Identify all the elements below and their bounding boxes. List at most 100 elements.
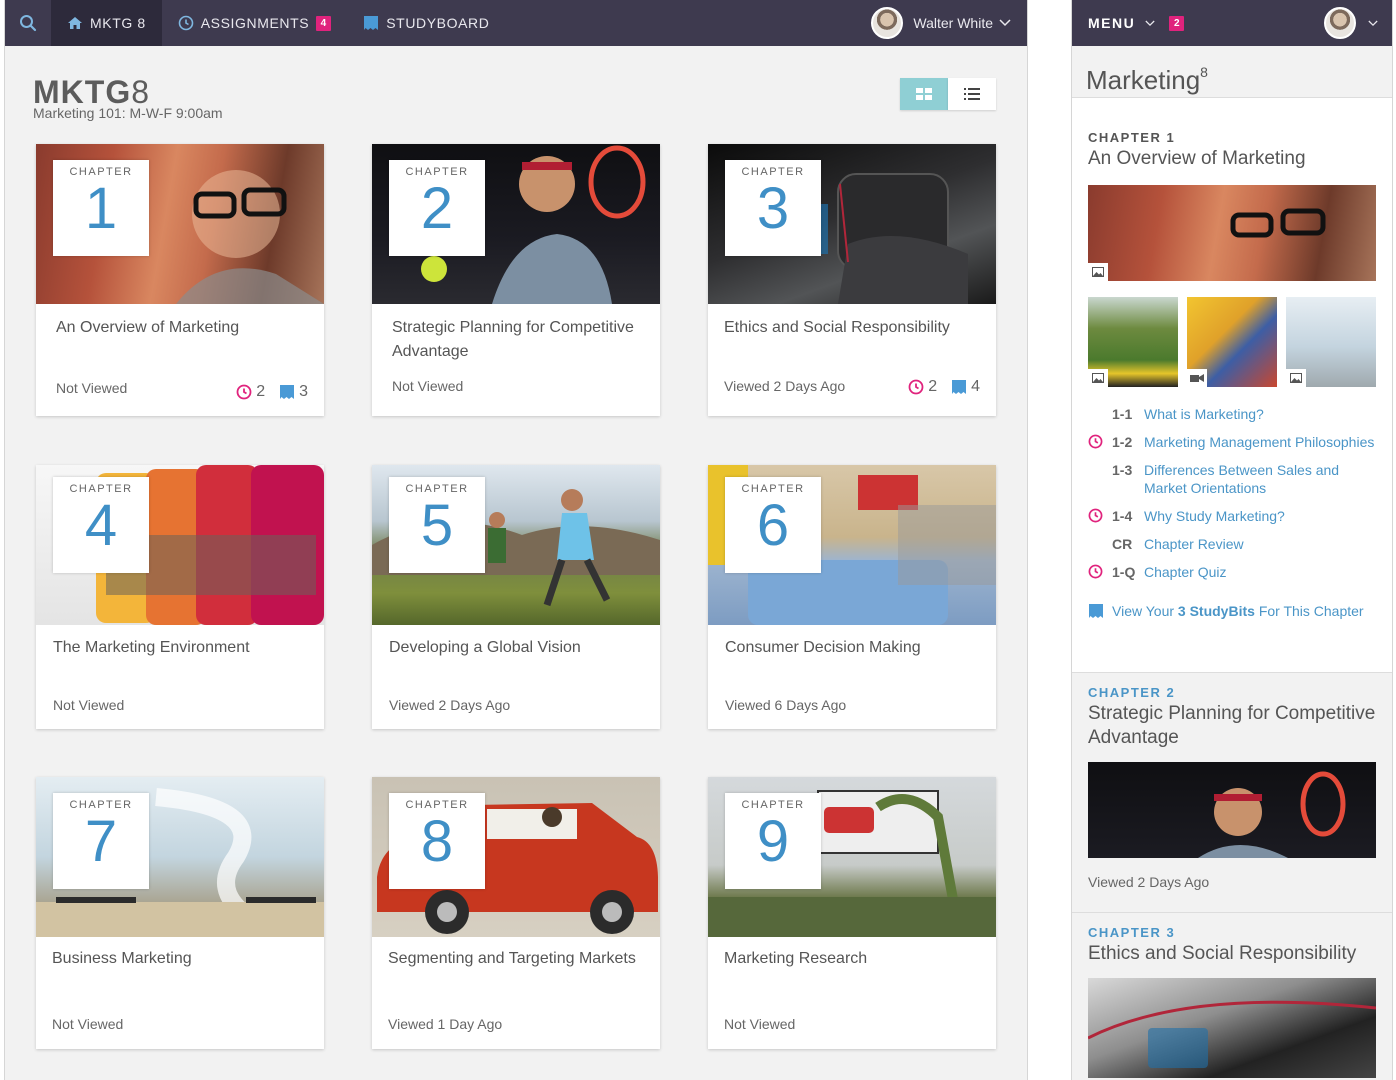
assignment-count: 2	[908, 378, 937, 396]
chapter-status: Not Viewed	[392, 378, 464, 394]
grid-view-button[interactable]	[900, 78, 948, 110]
menu-badge: 2	[1169, 15, 1185, 31]
view-toggle	[900, 78, 996, 110]
panel-header: Marketing8	[1072, 46, 1392, 98]
clock-icon	[908, 379, 924, 395]
nav-tab-studyboard-label: STUDYBOARD	[386, 15, 490, 31]
chapter-2-label: CHAPTER 2	[1088, 685, 1176, 700]
assignments-count-badge: 4	[316, 15, 332, 31]
user-avatar[interactable]	[1324, 7, 1356, 39]
chapter-1-title[interactable]: An Overview of Marketing	[1088, 147, 1376, 171]
chapter-image: CHAPTER 5	[372, 465, 660, 625]
chapter-image: CHAPTER 9	[708, 777, 996, 937]
chapter-card-9[interactable]: CHAPTER 9 Marketing Research Not Viewed	[708, 777, 996, 1049]
clock-icon	[1088, 508, 1103, 527]
chapter-title: Segmenting and Targeting Markets	[388, 950, 636, 967]
list-view-button[interactable]	[948, 78, 996, 110]
chevron-down-icon	[999, 19, 1011, 27]
media-thumbnail[interactable]	[1187, 297, 1277, 387]
chapter-title: Ethics and Social Responsibility	[724, 319, 950, 336]
clock-icon	[1088, 564, 1103, 583]
chapter-status: Not Viewed	[724, 1016, 796, 1032]
chapter-number-box: CHAPTER 1	[53, 160, 149, 256]
chapter-card-8[interactable]: CHAPTER 8 Segmenting and Targeting Market…	[372, 777, 660, 1049]
nav-tab-assignments[interactable]: ASSIGNMENTS 4	[162, 0, 348, 46]
chapter-image: CHAPTER 3	[708, 144, 996, 304]
assignment-count: 2	[236, 383, 265, 401]
chapter-title: Strategic Planning for Competitive Advan…	[392, 319, 634, 360]
chapter-meta: 2 4	[894, 378, 980, 396]
chapter-image: CHAPTER 6	[708, 465, 996, 625]
studybit-icon	[280, 385, 295, 399]
chapter-number-box: CHAPTER 8	[389, 793, 485, 889]
chapter-card-6[interactable]: CHAPTER 6 Consumer Decision Making Viewed…	[708, 465, 996, 729]
toc-item[interactable]: 1-1 What is Marketing?	[1088, 405, 1376, 423]
chapter-title: The Marketing Environment	[53, 639, 250, 656]
search-icon	[20, 15, 37, 32]
chapter-meta: 2 3	[222, 383, 308, 401]
chapter-title: Developing a Global Vision	[389, 639, 581, 656]
chapter-image: CHAPTER 1	[36, 144, 324, 304]
chapter-card-1[interactable]: CHAPTER 1 An Overview of Marketing Not Vi…	[36, 144, 324, 416]
clock-icon	[178, 15, 194, 31]
chapter-number-box: CHAPTER 4	[53, 477, 149, 573]
image-icon	[1088, 369, 1108, 387]
chapter-status: Viewed 6 Days Ago	[725, 697, 847, 713]
chapter-number-box: CHAPTER 7	[53, 793, 149, 889]
list-icon	[964, 88, 980, 100]
chapter-2-hero-image[interactable]	[1088, 762, 1376, 858]
chapter-status: Not Viewed	[52, 1016, 124, 1032]
page-header: MKTG8 Marketing 101: M-W-F 9:00am	[5, 46, 1027, 144]
chapter-1-hero-image[interactable]	[1088, 185, 1376, 281]
nav-tab-studyboard[interactable]: STUDYBOARD	[347, 0, 505, 46]
chapter-3-hero-image[interactable]	[1088, 978, 1376, 1078]
user-name: Walter White	[913, 15, 993, 31]
chapter-1-section: CHAPTER 1 An Overview of Marketing 1-1 Wh…	[1072, 98, 1392, 619]
chapter-2-section: CHAPTER 2 Strategic Planning for Competi…	[1072, 672, 1392, 912]
chapter-number-box: CHAPTER 5	[389, 477, 485, 573]
chevron-down-icon	[1368, 20, 1378, 27]
media-thumbnail[interactable]	[1088, 297, 1178, 387]
chapter-status: Viewed 2 Days Ago	[724, 378, 846, 394]
nav-tab-assignments-label: ASSIGNMENTS	[200, 15, 310, 31]
studybit-icon	[952, 380, 967, 394]
chapter-image: CHAPTER 8	[372, 777, 660, 937]
chapter-status: Viewed 1 Day Ago	[388, 1016, 503, 1032]
toc-item[interactable]: 1-3 Differences Between Sales and Market …	[1088, 461, 1376, 497]
video-icon	[1187, 369, 1207, 387]
nav-tab-course[interactable]: MKTG 8	[51, 0, 162, 46]
image-icon	[1088, 263, 1108, 281]
toc-item[interactable]: CR Chapter Review	[1088, 535, 1376, 553]
chapter-3-title[interactable]: Ethics and Social Responsibility	[1088, 942, 1376, 966]
panel-title: Marketing8	[1086, 64, 1208, 95]
toc-item[interactable]: 1-4 Why Study Marketing?	[1088, 507, 1376, 525]
studybits-count: 4	[951, 378, 980, 396]
chapter-number-box: CHAPTER 9	[725, 793, 821, 889]
course-schedule: Marketing 101: M-W-F 9:00am	[33, 105, 223, 121]
clock-icon	[1088, 434, 1103, 453]
chapter-card-4[interactable]: CHAPTER 4 The Marketing Environment Not V…	[36, 465, 324, 729]
chapter-status: Not Viewed	[53, 697, 125, 713]
chapter-status: Not Viewed	[56, 380, 128, 396]
chapter-card-3[interactable]: CHAPTER 3 Ethics and Social Responsibilit…	[708, 144, 996, 416]
chapter-card-5[interactable]: CHAPTER 5 Developing a Global Vision View…	[372, 465, 660, 729]
user-menu[interactable]: Walter White	[871, 7, 1027, 39]
search-button[interactable]	[5, 0, 51, 46]
chapter-title: Business Marketing	[52, 950, 192, 967]
chapter-3-label: CHAPTER 3	[1088, 925, 1176, 940]
view-studybits-link[interactable]: View Your 3 StudyBits For This Chapter	[1088, 603, 1376, 619]
toc-item[interactable]: 1-2 Marketing Management Philosophies	[1088, 433, 1376, 451]
chapter-card-7[interactable]: CHAPTER 7 Business Marketing Not Viewed	[36, 777, 324, 1049]
toc-item[interactable]: 1-Q Chapter Quiz	[1088, 563, 1376, 581]
chapter-card-2[interactable]: CHAPTER 2 Strategic Planning for Competit…	[372, 144, 660, 416]
chapter-number-box: CHAPTER 3	[725, 160, 821, 256]
chapter-3-section: CHAPTER 3 Ethics and Social Responsibili…	[1072, 912, 1392, 1080]
panel-navigation: MENU 2	[1072, 0, 1392, 46]
menu-button[interactable]: MENU	[1088, 15, 1135, 31]
nav-tab-course-label: MKTG 8	[90, 15, 146, 31]
media-thumbnail[interactable]	[1286, 297, 1376, 387]
grid-icon	[916, 88, 932, 100]
chapter-2-title[interactable]: Strategic Planning for Competitive Advan…	[1088, 702, 1376, 750]
chapter-image: CHAPTER 4	[36, 465, 324, 625]
chevron-down-icon	[1145, 20, 1155, 27]
